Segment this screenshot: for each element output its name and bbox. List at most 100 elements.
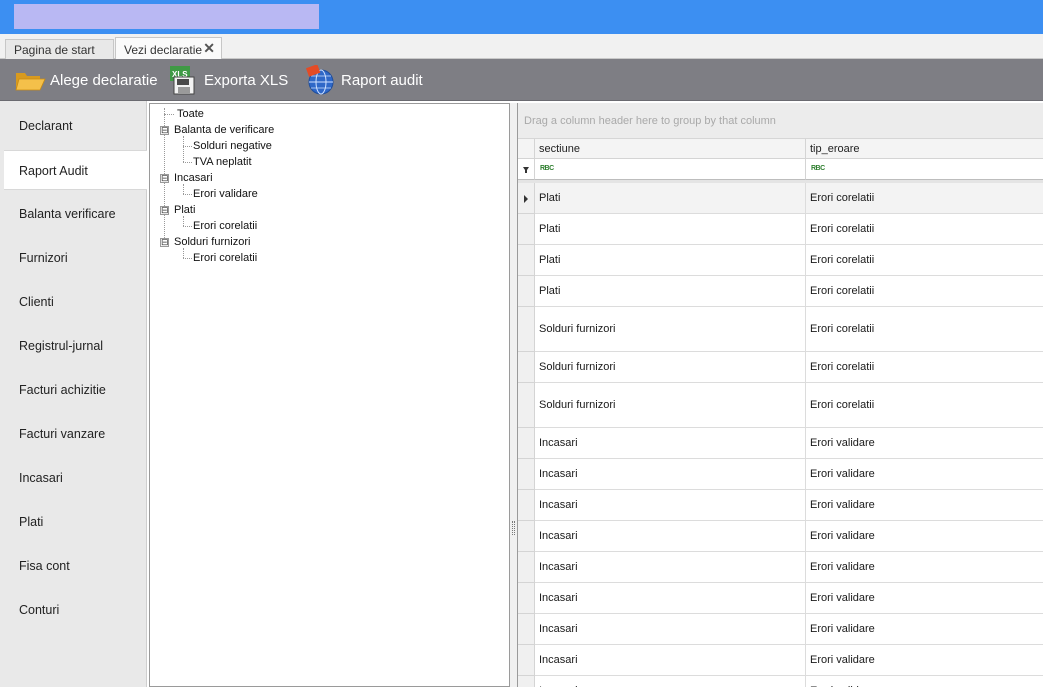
auto-filter-row-header <box>518 159 535 180</box>
cell-tip-eroare[interactable]: Erori validare <box>806 552 1043 583</box>
tree-node-balanta-de-verificare[interactable]: Balanta de verificare <box>174 122 274 138</box>
raport-audit-button[interactable]: Raport audit <box>305 64 423 95</box>
nav-item-registrul-jurnal[interactable]: Registrul-jurnal <box>0 326 147 366</box>
cell-sectiune[interactable]: Plati <box>535 276 806 307</box>
cell-tip-eroare[interactable]: Erori corelatii <box>806 245 1043 276</box>
cell-sectiune[interactable]: Incasari <box>535 552 806 583</box>
cell-tip-eroare[interactable]: Erori corelatii <box>806 214 1043 245</box>
folder-open-icon <box>14 65 46 95</box>
nav-item-fisa-cont[interactable]: Fisa cont <box>0 546 147 586</box>
nav-item-balanta-verificare[interactable]: Balanta verificare <box>0 194 147 234</box>
tree-node-erori-corelatii[interactable]: Erori corelatii <box>193 250 257 266</box>
cell-tip-eroare[interactable]: Erori validare <box>806 676 1043 687</box>
tab-strip: Pagina de start Vezi declaratie ✕ <box>0 34 1043 60</box>
row-pointer-icon <box>524 194 528 203</box>
tree-node-toate[interactable]: Toate <box>177 106 204 122</box>
cell-tip-eroare[interactable]: Erori validare <box>806 583 1043 614</box>
nav-item-plati[interactable]: Plati <box>0 502 147 542</box>
cell-sectiune[interactable]: Solduri furnizori <box>535 383 806 428</box>
row-indicator[interactable] <box>518 352 535 383</box>
row-indicator[interactable] <box>518 521 535 552</box>
cell-tip-eroare[interactable]: Erori validare <box>806 459 1043 490</box>
cell-sectiune[interactable]: Incasari <box>535 521 806 552</box>
row-indicator-header <box>518 139 535 159</box>
collapse-icon[interactable]: ⊟ <box>160 206 169 215</box>
row-indicator[interactable] <box>518 614 535 645</box>
raport-audit-label: Raport audit <box>341 71 423 89</box>
nav-item-clienti[interactable]: Clienti <box>0 282 147 322</box>
tab-vezi-declaratie[interactable]: Vezi declaratie ✕ <box>115 37 222 60</box>
cell-sectiune[interactable]: Incasari <box>535 428 806 459</box>
cell-sectiune[interactable]: Solduri furnizori <box>535 307 806 352</box>
cell-tip-eroare[interactable]: Erori corelatii <box>806 383 1043 428</box>
row-indicator[interactable] <box>518 276 535 307</box>
nav-item-declarant[interactable]: Declarant <box>0 106 147 146</box>
cell-sectiune[interactable]: Incasari <box>535 459 806 490</box>
cell-sectiune[interactable]: Solduri furnizori <box>535 352 806 383</box>
cell-sectiune[interactable]: Plati <box>535 245 806 276</box>
row-indicator[interactable] <box>518 676 535 687</box>
row-indicator[interactable] <box>518 428 535 459</box>
audit-tree: Toate ⊟ Balanta de verificare Solduri ne… <box>149 103 510 687</box>
panel-splitter[interactable] <box>510 103 517 687</box>
tree-connector <box>164 114 174 115</box>
exporta-xls-button[interactable]: XLS Exporta XLS <box>168 65 288 95</box>
filter-cell-sectiune[interactable]: RBC <box>535 159 806 180</box>
splitter-grip-icon[interactable] <box>512 521 515 535</box>
tree-connector <box>183 226 192 227</box>
tree-node-solduri-negative[interactable]: Solduri negative <box>193 138 272 154</box>
row-indicator[interactable] <box>518 583 535 614</box>
nav-item-conturi[interactable]: Conturi <box>0 590 147 630</box>
collapse-icon[interactable]: ⊟ <box>160 238 169 247</box>
row-indicator[interactable] <box>518 383 535 428</box>
filter-cell-tip-eroare[interactable]: RBC <box>806 159 1043 180</box>
cell-sectiune[interactable]: Incasari <box>535 614 806 645</box>
group-by-panel[interactable]: Drag a column header here to group by th… <box>518 103 1043 139</box>
cell-tip-eroare[interactable]: Erori corelatii <box>806 352 1043 383</box>
cell-sectiune[interactable]: Incasari <box>535 676 806 687</box>
nav-item-incasari[interactable]: Incasari <box>0 458 147 498</box>
tree-node-erori-validare[interactable]: Erori validare <box>193 186 258 202</box>
tree-node-plati[interactable]: Plati <box>174 202 195 218</box>
tree-connector <box>183 162 192 163</box>
tree-node-solduri-furnizori[interactable]: Solduri furnizori <box>174 234 250 250</box>
nav-item-raport-audit[interactable]: Raport Audit <box>4 150 147 190</box>
nav-item-facturi-achizitie[interactable]: Facturi achizitie <box>0 370 147 410</box>
row-indicator[interactable] <box>518 183 535 214</box>
cell-tip-eroare[interactable]: Erori validare <box>806 645 1043 676</box>
cell-tip-eroare[interactable]: Erori corelatii <box>806 276 1043 307</box>
column-header-sectiune[interactable]: sectiune <box>535 139 806 159</box>
collapse-icon[interactable]: ⊟ <box>160 126 169 135</box>
text-filter-icon: RBC <box>540 165 554 172</box>
row-indicator[interactable] <box>518 645 535 676</box>
cell-tip-eroare[interactable]: Erori corelatii <box>806 183 1043 214</box>
tab-pagina-de-start[interactable]: Pagina de start <box>5 39 114 59</box>
row-indicator[interactable] <box>518 490 535 521</box>
tree-node-erori-corelatii[interactable]: Erori corelatii <box>193 218 257 234</box>
row-indicator[interactable] <box>518 214 535 245</box>
cell-sectiune[interactable]: Plati <box>535 183 806 214</box>
cell-tip-eroare[interactable]: Erori validare <box>806 521 1043 552</box>
tab-label: Vezi declaratie <box>124 43 203 57</box>
cell-sectiune[interactable]: Plati <box>535 214 806 245</box>
row-indicator[interactable] <box>518 307 535 352</box>
cell-tip-eroare[interactable]: Erori corelatii <box>806 307 1043 352</box>
xls-export-icon: XLS <box>168 65 200 95</box>
column-header-tip-eroare[interactable]: tip_eroare <box>806 139 1043 159</box>
cell-sectiune[interactable]: Incasari <box>535 645 806 676</box>
row-indicator[interactable] <box>518 459 535 490</box>
cell-tip-eroare[interactable]: Erori validare <box>806 614 1043 645</box>
tree-node-incasari[interactable]: Incasari <box>174 170 213 186</box>
cell-tip-eroare[interactable]: Erori validare <box>806 428 1043 459</box>
nav-item-facturi-vanzare[interactable]: Facturi vanzare <box>0 414 147 454</box>
cell-tip-eroare[interactable]: Erori validare <box>806 490 1043 521</box>
row-indicator[interactable] <box>518 552 535 583</box>
tree-node-tva-neplatit[interactable]: TVA neplatit <box>193 154 252 170</box>
close-icon[interactable]: ✕ <box>203 40 215 57</box>
cell-sectiune[interactable]: Incasari <box>535 490 806 521</box>
alege-declaratie-button[interactable]: Alege declaratie <box>14 65 158 95</box>
nav-item-furnizori[interactable]: Furnizori <box>0 238 147 278</box>
row-indicator[interactable] <box>518 245 535 276</box>
cell-sectiune[interactable]: Incasari <box>535 583 806 614</box>
collapse-icon[interactable]: ⊟ <box>160 174 169 183</box>
